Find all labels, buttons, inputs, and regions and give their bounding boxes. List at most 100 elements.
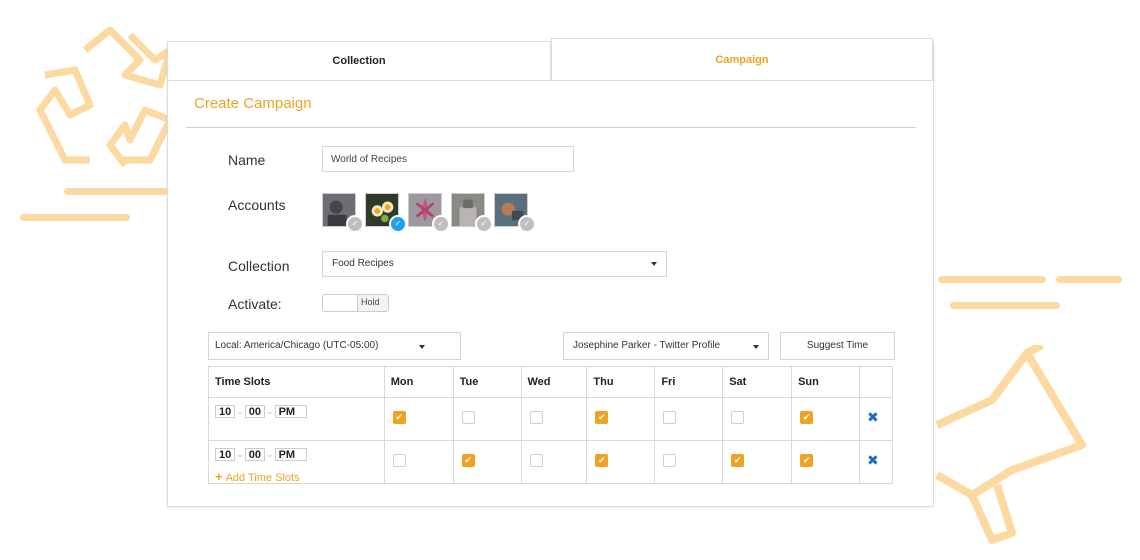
ampm-field[interactable]: PM — [274, 405, 307, 418]
spinner-icon: ⌄ — [236, 449, 244, 459]
day-checkbox[interactable] — [392, 454, 406, 467]
time-slots-table: Time Slots Mon Tue Wed Thu Fri Sat Sun 1… — [208, 366, 893, 484]
day-checkbox[interactable]: ✔ — [461, 454, 475, 467]
day-cell — [520, 440, 588, 484]
day-cell — [520, 397, 588, 441]
time-slot-cell: 10 ⌄ 00 ⌄ PM + Add Time Slots — [208, 440, 385, 484]
activate-label: Activate: — [228, 296, 282, 312]
twitter-badge-icon: ✓ — [475, 215, 493, 233]
profile-select[interactable]: Josephine Parker - Twitter Profile — [563, 332, 769, 360]
day-cell: ✔ — [586, 440, 656, 484]
check-icon: ✔ — [395, 412, 403, 422]
account-avatar-5[interactable]: ✓ — [494, 193, 536, 233]
day-cell: ✔ — [383, 397, 454, 441]
time-slot-cell: 10 ⌄ 00 ⌄ PM — [208, 397, 385, 441]
check-icon: ✔ — [802, 412, 811, 422]
toggle-text: Hold — [361, 297, 380, 307]
decor-line — [950, 302, 1060, 309]
hour-field[interactable]: 10 — [215, 448, 236, 461]
spinner-icon: ⌄ — [266, 406, 274, 416]
column-header: Sat — [722, 366, 793, 398]
twitter-badge-icon: ✓ — [432, 215, 450, 233]
accounts-label: Accounts — [228, 197, 286, 213]
table-row: 10 ⌄ 00 ⌄ PM + Add Time Slots ✔ ✔ ✔ ✔ ✖ — [208, 440, 893, 484]
table-row: 10 ⌄ 00 ⌄ PM ✔ ✔ ✔ ✖ — [208, 397, 893, 441]
day-checkbox[interactable]: ✔ — [800, 411, 814, 424]
day-cell: ✔ — [791, 440, 860, 484]
day-cell: ✔ — [791, 397, 860, 441]
remove-cell: ✖ — [859, 397, 893, 441]
hour-field[interactable]: 10 — [215, 405, 236, 418]
recycle-icon — [36, 26, 174, 168]
account-avatar-1[interactable]: ✓ — [322, 193, 364, 233]
add-time-slots-label: Add Time Slots — [225, 472, 300, 484]
day-checkbox[interactable] — [731, 411, 745, 424]
day-checkbox[interactable] — [529, 454, 543, 467]
minute-field[interactable]: 00 — [244, 448, 266, 461]
check-icon: ✔ — [802, 455, 811, 465]
column-header: Sun — [791, 366, 860, 398]
day-cell: ✔ — [452, 440, 522, 484]
spinner-icon: ⌄ — [266, 449, 274, 459]
column-header: Tue — [452, 366, 522, 398]
day-checkbox[interactable]: ✔ — [392, 411, 406, 424]
twitter-badge-icon: ✓ — [389, 215, 407, 233]
column-header: Fri — [654, 366, 724, 398]
tab-campaign[interactable]: Campaign — [551, 38, 933, 81]
day-cell: ✔ — [586, 397, 656, 441]
table-header: Time Slots Mon Tue Wed Thu Fri Sat Sun — [208, 366, 893, 398]
day-cell — [654, 440, 724, 484]
decor-line — [64, 188, 168, 195]
remove-cell: ✖ — [859, 440, 893, 484]
day-checkbox[interactable]: ✔ — [595, 411, 609, 424]
name-label: Name — [228, 152, 266, 168]
close-icon[interactable]: ✖ — [867, 410, 879, 424]
account-avatar-4[interactable]: ✓ — [451, 193, 493, 233]
check-icon: ✔ — [464, 455, 472, 465]
time-picker: 10 ⌄ 00 ⌄ PM — [215, 405, 307, 418]
collection-select-value: Food Recipes — [332, 258, 394, 269]
day-cell — [452, 397, 522, 441]
account-avatar-3[interactable]: ✓ — [408, 193, 450, 233]
column-header: Mon — [383, 366, 454, 398]
suggest-time-button[interactable]: Suggest Time — [780, 332, 895, 360]
day-checkbox[interactable]: ✔ — [800, 454, 814, 467]
day-checkbox[interactable]: ✔ — [595, 454, 609, 467]
day-cell: ✔ — [722, 440, 793, 484]
account-avatar-2[interactable]: ✓ — [365, 193, 407, 233]
day-checkbox[interactable] — [663, 411, 677, 424]
collection-label: Collection — [228, 258, 290, 274]
ampm-field[interactable]: PM — [274, 448, 307, 461]
decor-line — [1056, 276, 1122, 283]
campaign-card: Collection Campaign Create Campaign Name… — [167, 38, 934, 507]
plus-icon: + — [215, 469, 223, 484]
column-header — [859, 366, 893, 398]
tab-bar: Collection Campaign — [168, 38, 933, 81]
spinner-icon: ⌄ — [236, 406, 244, 416]
name-input[interactable]: World of Recipes — [322, 146, 574, 172]
day-checkbox[interactable] — [461, 411, 475, 424]
collection-select[interactable]: Food Recipes — [322, 251, 667, 277]
column-header: Wed — [520, 366, 588, 398]
check-icon: ✔ — [598, 455, 606, 465]
toggle-knob — [323, 295, 358, 311]
day-checkbox[interactable] — [529, 411, 543, 424]
twitter-badge-icon: ✓ — [346, 215, 364, 233]
tab-collection[interactable]: Collection — [168, 42, 551, 81]
column-header: Time Slots — [208, 366, 385, 398]
chevron-down-icon — [753, 345, 759, 349]
day-checkbox[interactable]: ✔ — [731, 454, 745, 467]
activate-toggle[interactable]: Hold — [322, 294, 389, 312]
chevron-down-icon — [419, 345, 425, 349]
day-cell — [383, 440, 454, 484]
chevron-down-icon — [651, 262, 657, 266]
day-cell — [722, 397, 793, 441]
divider — [186, 127, 916, 128]
timezone-select-value: Local: America/Chicago (UTC-05:00) — [215, 340, 379, 351]
close-icon[interactable]: ✖ — [867, 453, 879, 467]
day-cell — [654, 397, 724, 441]
add-time-slots-link[interactable]: + Add Time Slots — [215, 469, 300, 484]
timezone-select[interactable]: Local: America/Chicago (UTC-05:00) — [208, 332, 461, 360]
day-checkbox[interactable] — [663, 454, 677, 467]
minute-field[interactable]: 00 — [244, 405, 266, 418]
